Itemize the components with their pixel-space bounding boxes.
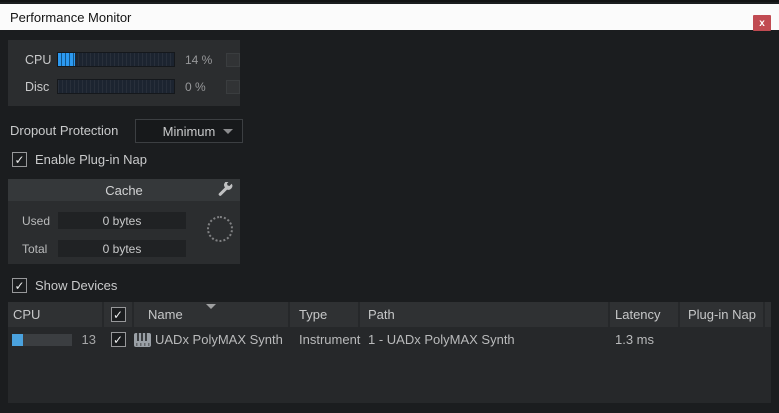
device-path: 1 - UADx PolyMAX Synth — [368, 332, 515, 347]
enable-plugin-nap-row[interactable]: ✓ Enable Plug-in Nap — [12, 152, 147, 167]
device-plugin-nap-cell — [680, 327, 763, 352]
cpu-meter-row: CPU 14 % — [8, 52, 240, 67]
cache-total-row: Total 0 bytes — [22, 240, 186, 257]
device-name-cell: UADx PolyMAX Synth — [134, 327, 288, 352]
check-icon: ✓ — [112, 307, 124, 322]
system-meters-panel: CPU 14 % Disc 0 % — [8, 40, 240, 106]
device-latency-cell: 1.3 ms — [610, 327, 678, 352]
enable-plugin-nap-label: Enable Plug-in Nap — [35, 152, 148, 167]
cache-title: Cache — [105, 182, 143, 198]
device-name: UADx PolyMAX Synth — [155, 332, 283, 347]
devices-table: CPU ✓ Name Type Path Latency Plug-in Nap… — [8, 302, 771, 403]
column-header-select-all[interactable]: ✓ — [104, 302, 132, 327]
device-cpu-meter — [12, 333, 72, 346]
close-button[interactable]: x — [753, 15, 771, 31]
cache-used-row: Used 0 bytes — [22, 212, 186, 229]
close-icon: x — [759, 17, 765, 29]
enable-plugin-nap-checkbox[interactable]: ✓ — [12, 152, 27, 167]
dropout-protection-select[interactable]: Minimum — [135, 119, 243, 143]
cache-total-label: Total — [22, 241, 48, 256]
column-header-plugin-nap[interactable]: Plug-in Nap — [680, 302, 763, 327]
cache-panel: Cache Used 0 bytes Total 0 bytes — [8, 179, 240, 264]
performance-monitor-window: Performance Monitor x CPU 14 % Disc 0 % … — [0, 0, 779, 413]
device-enable-cell: ✓ — [104, 327, 132, 352]
disc-meter-value: 0 % — [184, 79, 206, 94]
dropout-protection-value: Minimum — [162, 123, 216, 139]
show-devices-checkbox[interactable]: ✓ — [12, 278, 27, 293]
cpu-overload-indicator[interactable] — [226, 52, 240, 67]
device-path-cell: 1 - UADx PolyMAX Synth — [360, 327, 608, 352]
column-header-latency[interactable]: Latency — [610, 302, 678, 327]
column-header-type[interactable]: Type — [290, 302, 358, 327]
show-devices-row[interactable]: ✓ Show Devices — [12, 278, 117, 293]
cache-total-value: 0 bytes — [58, 240, 186, 257]
chevron-down-icon — [223, 129, 233, 134]
column-header-path[interactable]: Path — [360, 302, 608, 327]
check-icon: ✓ — [14, 152, 25, 167]
cache-used-label: Used — [22, 213, 51, 228]
disc-overload-indicator[interactable] — [226, 79, 240, 94]
instrument-keyboard-icon — [134, 332, 151, 347]
check-icon: ✓ — [112, 332, 124, 347]
wrench-icon[interactable] — [218, 182, 233, 197]
cache-used-value: 0 bytes — [58, 212, 186, 229]
check-icon: ✓ — [14, 278, 25, 293]
device-cpu-cell: 13 — [8, 327, 102, 352]
show-devices-label: Show Devices — [35, 278, 118, 293]
device-cpu-meter-fill — [12, 333, 23, 346]
title-bar: Performance Monitor x — [0, 4, 779, 31]
cpu-meter-label: CPU — [25, 52, 52, 67]
dropout-protection-label: Dropout Protection — [10, 123, 119, 138]
select-all-checkbox[interactable]: ✓ — [110, 307, 126, 322]
disc-meter-row: Disc 0 % — [8, 79, 240, 94]
window-title: Performance Monitor — [10, 9, 132, 25]
cpu-meter-fill — [58, 53, 75, 66]
cache-panel-header: Cache — [8, 179, 240, 201]
column-header-filler — [765, 302, 771, 327]
sort-descending-icon — [206, 304, 216, 309]
device-cpu-value: 13 — [81, 332, 96, 347]
device-latency: 1.3 ms — [615, 332, 655, 347]
device-type-cell: Instrument — [290, 327, 361, 352]
cpu-meter-value: 14 % — [184, 52, 213, 67]
cpu-meter — [57, 52, 175, 67]
disc-meter — [57, 79, 175, 94]
disc-meter-label: Disc — [25, 79, 50, 94]
device-type: Instrument — [299, 332, 361, 347]
device-enable-checkbox[interactable]: ✓ — [110, 332, 126, 347]
devices-table-header: CPU ✓ Name Type Path Latency Plug-in Nap — [8, 302, 771, 327]
column-header-cpu[interactable]: CPU — [8, 302, 102, 327]
table-row[interactable]: 13 ✓ UADx PolyMAX Synth Instrument 1 - U… — [8, 327, 771, 352]
cache-activity-spinner-icon — [207, 216, 233, 242]
column-header-name[interactable]: Name — [134, 302, 288, 327]
